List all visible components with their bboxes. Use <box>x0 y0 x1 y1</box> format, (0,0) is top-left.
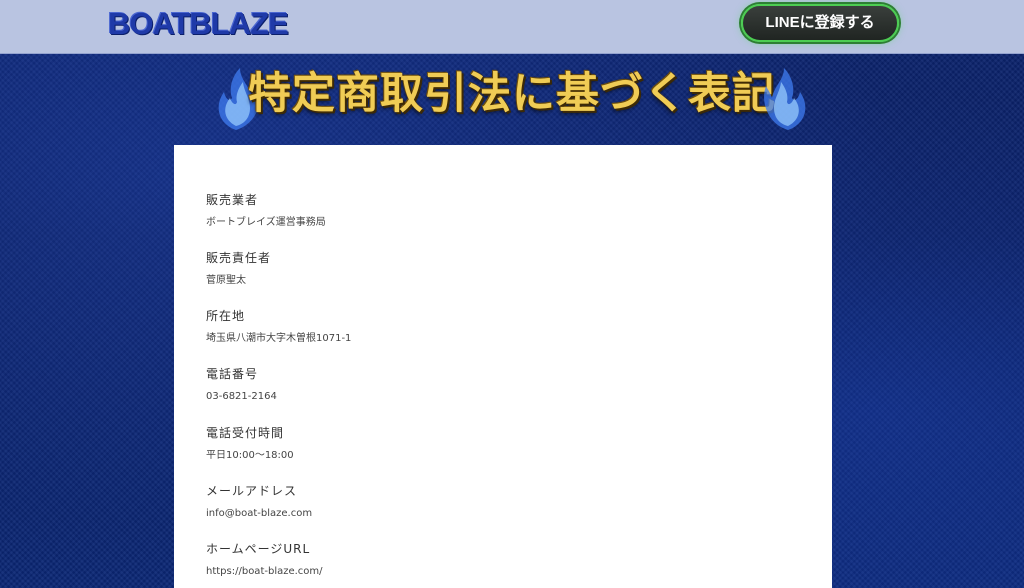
info-value: 03-6821-2164 <box>206 391 277 402</box>
info-item-phone: 電話番号 03-6821-2164 <box>206 366 277 403</box>
info-item-address: 所在地 埼玉県八潮市大字木曽根1071-1 <box>206 308 351 345</box>
info-label: 販売責任者 <box>206 251 272 265</box>
site-logo[interactable]: BOATBLAZE <box>108 4 289 44</box>
info-label: 電話受付時間 <box>206 426 285 440</box>
info-item-seller: 販売業者 ボートブレイズ運営事務局 <box>206 192 326 229</box>
info-value: ボートブレイズ運営事務局 <box>206 217 326 228</box>
info-item-manager: 販売責任者 菅原聖太 <box>206 250 271 287</box>
info-value: 平日10:00〜18:00 <box>206 450 294 461</box>
info-label: 電話番号 <box>206 367 259 381</box>
page-title: 特定商取引法に基づく表記 <box>248 69 776 119</box>
info-label: メールアドレス <box>206 484 298 498</box>
site-header: BOATBLAZE LINEに登録する <box>0 0 1024 54</box>
info-label: 所在地 <box>206 309 246 323</box>
info-label: 販売業者 <box>206 193 259 207</box>
info-value[interactable]: info@boat-blaze.com <box>206 507 312 520</box>
info-label: ホームページURL <box>206 542 311 556</box>
info-value: 埼玉県八潮市大字木曽根1071-1 <box>206 333 352 344</box>
info-value[interactable]: https://boat-blaze.com/ <box>206 565 323 578</box>
info-item-phone-hours: 電話受付時間 平日10:00〜18:00 <box>206 425 294 462</box>
info-item-email: メールアドレス info@boat-blaze.com <box>206 483 312 520</box>
info-value: 菅原聖太 <box>206 275 246 286</box>
title-banner: 特定商取引法に基づく表記 <box>210 58 814 136</box>
blue-flame-icon <box>764 68 806 130</box>
info-item-website: ホームページURL https://boat-blaze.com/ <box>206 541 323 578</box>
line-register-button[interactable]: LINEに登録する <box>741 4 899 42</box>
legal-info-panel: 販売業者 ボートブレイズ運営事務局 販売責任者 菅原聖太 所在地 埼玉県八潮市大… <box>174 145 832 588</box>
